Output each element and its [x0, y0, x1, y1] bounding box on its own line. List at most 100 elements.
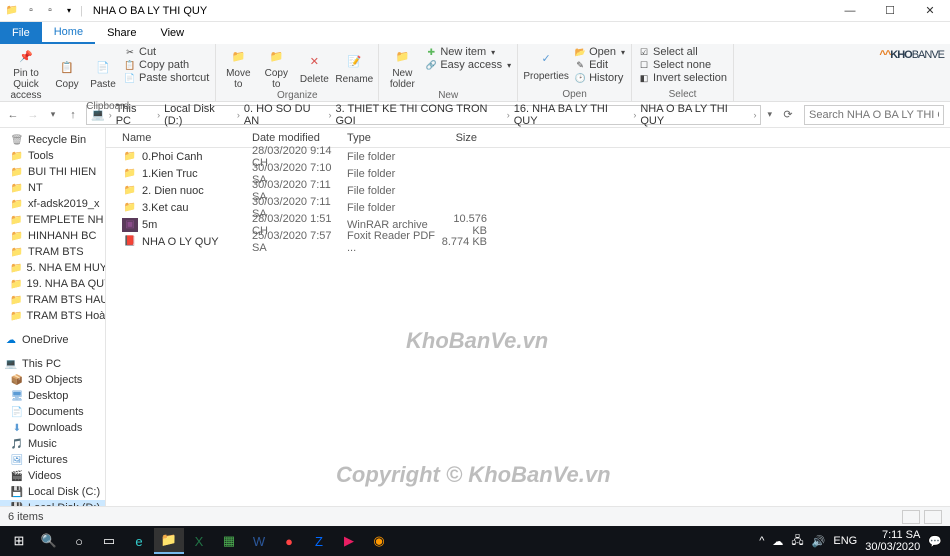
nav-item[interactable]: 📁5. NHA EM HUYE	[0, 260, 105, 276]
excel-icon[interactable]: X	[184, 528, 214, 554]
selectnone-button[interactable]: ☐Select none	[638, 59, 727, 71]
col-type[interactable]: Type	[347, 132, 417, 144]
taskview-button[interactable]: ▭	[94, 528, 124, 554]
tab-view[interactable]: View	[148, 22, 196, 44]
selectall-button[interactable]: ☑Select all	[638, 46, 727, 58]
nav-item[interactable]: 🖼Pictures	[0, 452, 105, 468]
file-row[interactable]: 📁1.Kien Truc30/03/2020 7:10 SAFile folde…	[106, 165, 950, 182]
word-icon[interactable]: W	[244, 528, 274, 554]
paste-button[interactable]: 📄Paste	[88, 46, 118, 101]
nav-item[interactable]: 📁TEMPLETE NH	[0, 212, 105, 228]
open-button[interactable]: 📂Open▾	[574, 46, 625, 58]
newitem-button[interactable]: ✚New item▾	[425, 46, 511, 58]
tab-file[interactable]: File	[0, 22, 42, 44]
qat-dropdown-icon[interactable]: ▾	[61, 3, 77, 19]
moveto-button[interactable]: 📁Move to	[222, 46, 254, 90]
nav-item[interactable]: 📁19. NHA BA QUY	[0, 276, 105, 292]
properties-button[interactable]: ✓Properties	[524, 46, 568, 84]
nav-pane[interactable]: 🗑Recycle Bin📁Tools📁BUI THI HIEN📁NT📁xf-ad…	[0, 128, 106, 506]
nav-item[interactable]: 💾Local Disk (D:)	[0, 500, 105, 506]
file-row[interactable]: 📁3.Ket cau30/03/2020 7:11 SAFile folder	[106, 199, 950, 216]
thispc-item[interactable]: 💻This PC	[0, 356, 105, 372]
easyaccess-button[interactable]: 🔗Easy access▾	[425, 59, 511, 71]
watermark-logo: ^^KHOBANVE	[879, 38, 944, 64]
nav-item[interactable]: 📄Documents	[0, 404, 105, 420]
lang-indicator[interactable]: ENG	[833, 535, 857, 547]
copypath-button[interactable]: 📋Copy path	[124, 59, 209, 71]
nav-item[interactable]: ⬇Downloads	[0, 420, 105, 436]
explorer-icon[interactable]: 📁	[154, 528, 184, 554]
nav-item[interactable]: 📁HINHANH BC	[0, 228, 105, 244]
drive-icon: 💾	[10, 501, 24, 506]
crumb[interactable]: 3. THIET KE THI CONG TRON GOI	[335, 103, 502, 127]
delete-button[interactable]: ✕Delete	[298, 46, 330, 90]
system-tray[interactable]: ^ ☁ 🖧 🔊 ENG 7:11 SA 30/03/2020 💬	[759, 529, 946, 553]
tab-share[interactable]: Share	[95, 22, 148, 44]
nav-item[interactable]: 📁TRAM BTS HAU	[0, 292, 105, 308]
maximize-button[interactable]: ☐	[870, 0, 910, 22]
dropdown-icon[interactable]: ▾	[767, 109, 772, 120]
nav-item[interactable]: 📁BUI THI HIEN	[0, 164, 105, 180]
cortana-button[interactable]: ○	[64, 528, 94, 554]
crumb[interactable]: 0. HO SO DU AN	[244, 103, 325, 127]
nav-item[interactable]: 📁TRAM BTS	[0, 244, 105, 260]
col-size[interactable]: Size	[417, 132, 477, 144]
refresh-button[interactable]: ⟳	[778, 108, 798, 121]
minimize-button[interactable]: —	[830, 0, 870, 22]
search-input[interactable]	[804, 105, 944, 125]
notifications-icon[interactable]: 💬	[928, 535, 942, 548]
tab-home[interactable]: Home	[42, 22, 95, 44]
rename-button[interactable]: 📝Rename	[336, 46, 372, 90]
file-row[interactable]: 📁0.Phoi Canh28/03/2020 9:14 CHFile folde…	[106, 148, 950, 165]
nav-item[interactable]: 🎬Videos	[0, 468, 105, 484]
file-row[interactable]: ▣5m28/03/2020 1:51 CHWinRAR archive10.57…	[106, 216, 950, 233]
nav-item[interactable]: 🗑Recycle Bin	[0, 132, 105, 148]
edge-icon[interactable]: e	[124, 528, 154, 554]
copy-button[interactable]: 📋Copy	[52, 46, 82, 101]
newfolder-button[interactable]: 📁New folder	[385, 46, 419, 90]
cut-button[interactable]: ✂Cut	[124, 46, 209, 58]
tray-icon[interactable]: ☁	[772, 535, 783, 548]
clock[interactable]: 7:11 SA 30/03/2020	[865, 529, 920, 553]
onedrive-item[interactable]: ☁OneDrive	[0, 332, 105, 348]
copyto-button[interactable]: 📁Copy to	[260, 46, 292, 90]
nav-item[interactable]: 🎵Music	[0, 436, 105, 452]
crumb[interactable]: NHA O BA LY THI QUY	[640, 103, 749, 127]
folder-icon: 📁	[10, 245, 24, 259]
nav-item[interactable]: 📁xf-adsk2019_x	[0, 196, 105, 212]
volume-icon[interactable]: 🔊	[812, 535, 826, 548]
taskbar[interactable]: ⊞ 🔍 ○ ▭ e 📁 X ▦ W ● Z ▶ ◉ ^ ☁ 🖧 🔊 ENG 7:…	[0, 526, 950, 556]
tray-chevron-icon[interactable]: ^	[759, 535, 764, 547]
window-title: NHA O BA LY THI QUY	[93, 5, 207, 17]
app-icon[interactable]: ●	[274, 528, 304, 554]
qat-icon[interactable]: ▫	[42, 3, 58, 19]
pin-button[interactable]: 📌Pin to Quick access	[6, 46, 46, 101]
nav-item[interactable]: 📦3D Objects	[0, 372, 105, 388]
search-button[interactable]: 🔍	[34, 528, 64, 554]
history-button[interactable]: 🕑History	[574, 72, 625, 84]
col-date[interactable]: Date modified	[252, 132, 347, 144]
app-icon[interactable]: ▦	[214, 528, 244, 554]
col-name[interactable]: Name	[122, 132, 252, 144]
crumb[interactable]: 16. NHA BA LY THI QUY	[514, 103, 630, 127]
edit-button[interactable]: ✎Edit	[574, 59, 625, 71]
invert-button[interactable]: ◧Invert selection	[638, 72, 727, 84]
view-details-button[interactable]	[902, 510, 920, 524]
shortcut-button[interactable]: 📄Paste shortcut	[124, 72, 209, 84]
nav-item[interactable]: 🖥Desktop	[0, 388, 105, 404]
nav-item[interactable]: 📁Tools	[0, 148, 105, 164]
column-headers[interactable]: Name Date modified Type Size	[106, 128, 950, 148]
nav-item[interactable]: 📁NT	[0, 180, 105, 196]
app-icon[interactable]: ◉	[364, 528, 394, 554]
qat-icon[interactable]: ▫	[23, 3, 39, 19]
zalo-icon[interactable]: Z	[304, 528, 334, 554]
nav-item[interactable]: 📁TRAM BTS Hoàn	[0, 308, 105, 324]
view-icons-button[interactable]	[924, 510, 942, 524]
start-button[interactable]: ⊞	[4, 528, 34, 554]
tray-icon[interactable]: 🖧	[791, 532, 803, 551]
close-button[interactable]: ✕	[910, 0, 950, 22]
file-row[interactable]: 📁2. Dien nuoc30/03/2020 7:11 SAFile fold…	[106, 182, 950, 199]
nav-item[interactable]: 💾Local Disk (C:)	[0, 484, 105, 500]
app-icon[interactable]: ▶	[334, 528, 364, 554]
file-row[interactable]: 📕NHA O LY QUY25/03/2020 7:57 SAFoxit Rea…	[106, 233, 950, 250]
